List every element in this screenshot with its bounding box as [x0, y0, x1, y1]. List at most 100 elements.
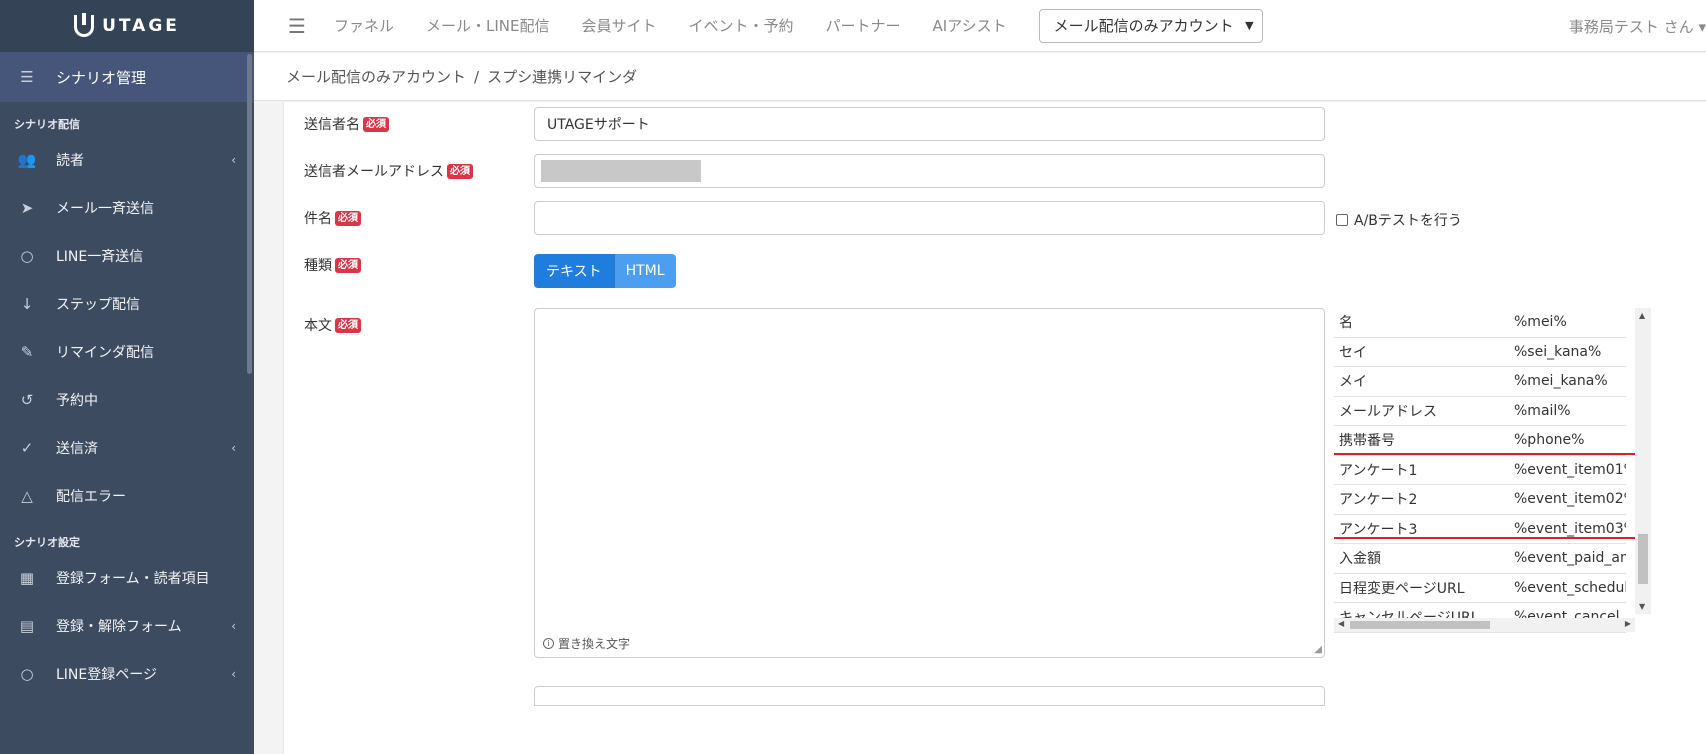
nav-funnel[interactable]: ファネル: [334, 15, 394, 36]
sidebar-scrollbar[interactable]: [247, 54, 252, 374]
chevron-left-icon: ‹: [231, 441, 236, 455]
variable-row[interactable]: メイ %mei_kana%: [1334, 367, 1626, 397]
scroll-down-icon[interactable]: ▼: [1639, 602, 1645, 611]
chevron-left-icon: ‹: [231, 667, 236, 681]
nav-mail-line[interactable]: メール・LINE配信: [426, 15, 549, 36]
horizontal-scrollbar[interactable]: ◀ ▶: [1334, 618, 1635, 632]
check-icon: ✓: [20, 439, 34, 457]
top-navbar: ☰ ファネル メール・LINE配信 会員サイト イベント・予約 パートナー AI…: [254, 0, 1706, 52]
label-text: 件名: [304, 211, 332, 227]
variable-name: 入金額: [1339, 551, 1381, 568]
body-label: 本文 必須: [304, 315, 361, 335]
placeholder-hint[interactable]: i 置き換え文字: [543, 635, 630, 652]
vertical-scrollbar[interactable]: ▲ ▼: [1635, 308, 1651, 614]
variable-name: アンケート3: [1339, 521, 1418, 538]
variable-row[interactable]: 入金額 %event_paid_amour: [1334, 544, 1626, 574]
placeholder-hint-text: 置き換え文字: [558, 637, 631, 651]
send-icon: ➤: [20, 199, 34, 217]
variable-row[interactable]: 日程変更ページURL %event_schedule_ch: [1334, 574, 1626, 603]
sender-name-value: UTAGEサポート: [547, 117, 650, 133]
ab-test-checkbox[interactable]: [1336, 214, 1348, 226]
variable-code: %mei%: [1514, 314, 1567, 331]
scroll-thumb[interactable]: [1350, 621, 1490, 629]
nav-member-site[interactable]: 会員サイト: [582, 15, 657, 36]
user-menu[interactable]: 事務局テスト さん ▾: [1569, 16, 1706, 37]
variable-row[interactable]: セイ %sei_kana%: [1334, 338, 1626, 367]
sidebar-item-step-delivery[interactable]: ↓ ステップ配信: [0, 280, 254, 328]
label-text: 本文: [304, 318, 332, 334]
sidebar-section-title: シナリオ設定: [14, 536, 80, 549]
sidebar-item-sent[interactable]: ✓ 送信済 ‹: [0, 424, 254, 472]
nav-ai-assist[interactable]: AIアシスト: [933, 15, 1007, 36]
variable-name: メイ: [1339, 374, 1367, 391]
variable-row[interactable]: アンケート1 %event_item01%: [1334, 456, 1626, 485]
sidebar-item-reminder-delivery[interactable]: ✎ リマインダ配信: [0, 328, 254, 376]
required-badge: 必須: [335, 317, 361, 333]
sidebar-item-label: 読者: [56, 153, 84, 169]
variable-name: メールアドレス: [1339, 403, 1437, 420]
chevron-left-icon: ‹: [231, 153, 236, 167]
account-select[interactable]: メール配信のみアカウント ▼: [1038, 8, 1263, 43]
sidebar-item-mail-broadcast[interactable]: ➤ メール一斉送信: [0, 184, 254, 232]
variable-code: %mei_kana%: [1514, 373, 1608, 390]
body-textarea[interactable]: ◢: [534, 308, 1325, 658]
sender-email-input[interactable]: [534, 154, 1325, 188]
variable-code: %event_schedule_ch: [1514, 579, 1626, 596]
nav-event-booking[interactable]: イベント・予約: [689, 15, 794, 36]
brand-logo[interactable]: UTAGE: [0, 0, 254, 52]
sidebar-item-label: 登録フォーム・読者項目: [56, 571, 210, 587]
sidebar-item-line-broadcast[interactable]: ○ LINE一斉送信: [0, 232, 254, 280]
nav-partner[interactable]: パートナー: [826, 15, 901, 36]
sidebar-item-delivery-error[interactable]: △ 配信エラー: [0, 472, 254, 520]
sidebar-item-register-unsubscribe-form[interactable]: ▤ 登録・解除フォーム ‹: [0, 602, 254, 650]
subject-input[interactable]: [534, 201, 1325, 235]
scroll-left-icon[interactable]: ◀: [1338, 619, 1344, 628]
variable-code: %phone%: [1514, 432, 1585, 449]
ab-test-label: A/Bテストを行う: [1354, 213, 1462, 229]
sidebar-item-label: リマインダ配信: [56, 345, 154, 361]
variable-row[interactable]: 名 %mei%: [1334, 308, 1626, 338]
sidebar-item-label: ステップ配信: [56, 297, 140, 313]
next-field-input[interactable]: [534, 686, 1325, 706]
breadcrumb-separator: /: [474, 67, 480, 86]
scroll-up-icon[interactable]: ▲: [1639, 311, 1645, 320]
user-name: 事務局テスト さん: [1568, 18, 1694, 36]
scroll-right-icon[interactable]: ▶: [1625, 619, 1631, 628]
chat-bubble-icon: ○: [20, 247, 34, 265]
type-text-button[interactable]: テキスト: [534, 254, 614, 288]
subject-label: 件名 必須: [304, 208, 361, 228]
sender-name-input[interactable]: UTAGEサポート: [534, 107, 1325, 141]
list-icon: ☰: [20, 68, 34, 86]
breadcrumb-item[interactable]: メール配信のみアカウント: [286, 66, 466, 87]
message-form-card: 送信者名 必須 UTAGEサポート 送信者メールアドレス 必須 件名 必須 A/…: [283, 102, 1706, 754]
required-badge: 必須: [363, 116, 389, 132]
variable-code: %event_item02%: [1514, 491, 1626, 508]
sidebar-item-line-registration-page[interactable]: ○ LINE登録ページ ‹: [0, 650, 254, 698]
history-icon: ↺: [20, 391, 34, 409]
type-html-button[interactable]: HTML: [613, 254, 676, 288]
variable-name: セイ: [1339, 344, 1367, 361]
sidebar-item-readers[interactable]: 👥 読者 ‹: [0, 136, 254, 184]
sidebar-item-label: LINE登録ページ: [56, 667, 157, 683]
breadcrumb: メール配信のみアカウント / スプシ連携リマインダ: [254, 53, 1706, 101]
ab-test-option[interactable]: A/Bテストを行う: [1336, 210, 1462, 230]
variable-name: 携帯番号: [1339, 433, 1395, 450]
variable-row[interactable]: アンケート2 %event_item02%: [1334, 485, 1626, 515]
variable-row[interactable]: メールアドレス %mail%: [1334, 397, 1626, 426]
sender-email-label: 送信者メールアドレス 必須: [304, 161, 473, 181]
sidebar-item-label: メール一斉送信: [56, 201, 154, 217]
sidebar-item-scenario-management[interactable]: ☰ シナリオ管理: [0, 52, 254, 102]
pencil-icon: ✎: [20, 343, 34, 361]
sidebar-item-scheduled[interactable]: ↺ 予約中: [0, 376, 254, 424]
account-select-value: メール配信のみアカウント: [1053, 17, 1234, 35]
variables-table: 名 %mei% セイ %sei_kana% メイ %mei_kana% メールアドレス %ma…: [1334, 308, 1626, 633]
type-label: 種類 必須: [304, 255, 361, 275]
variable-row[interactable]: 携帯番号 %phone%: [1334, 426, 1626, 456]
variable-name: 日程変更ページURL: [1339, 580, 1465, 597]
variable-code: %event_item01%: [1514, 461, 1626, 478]
variable-row[interactable]: アンケート3 %event_item03%: [1334, 515, 1626, 544]
sidebar-item-registration-form-fields[interactable]: ▦ 登録フォーム・読者項目: [0, 554, 254, 602]
scroll-thumb[interactable]: [1638, 534, 1648, 584]
resize-grip-icon[interactable]: ◢: [1314, 644, 1322, 655]
hamburger-menu-icon[interactable]: ☰: [288, 14, 306, 38]
